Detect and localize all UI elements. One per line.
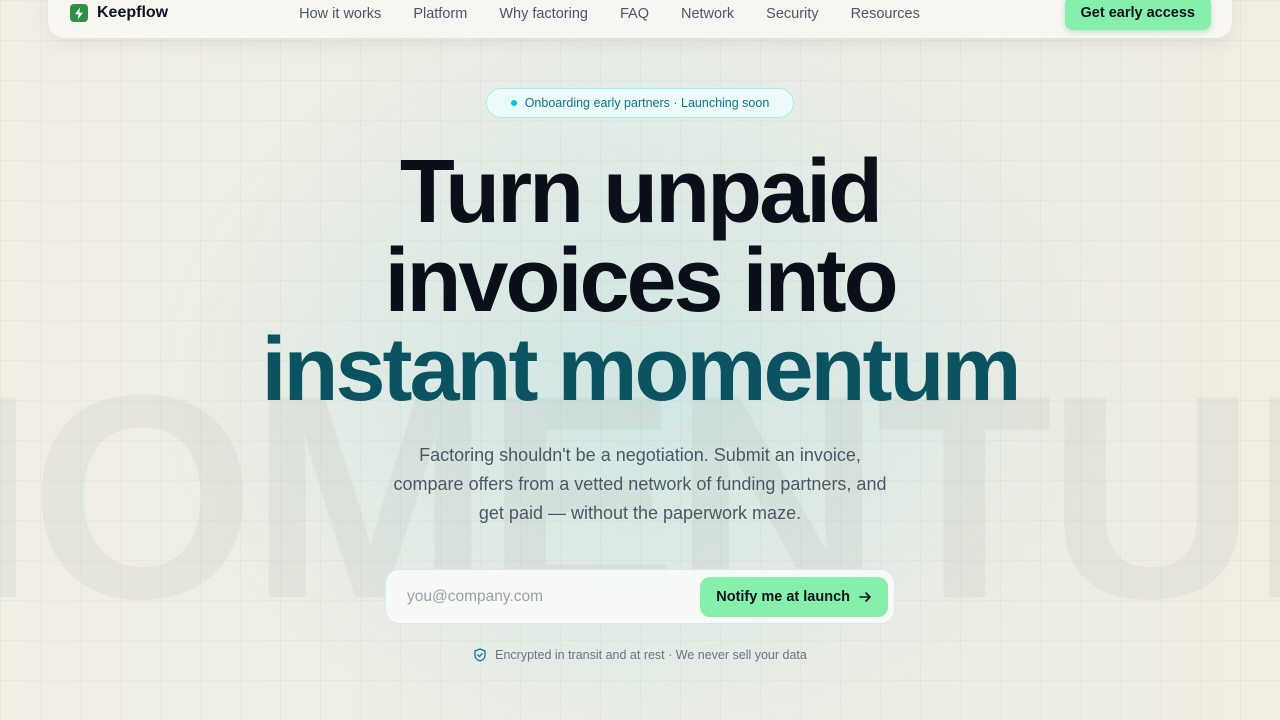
nav-links: How it works Platform Why factoring FAQ … [299, 6, 920, 22]
brand[interactable]: Keepflow [70, 4, 168, 22]
shield-check-icon [474, 648, 486, 662]
notify-button-label: Notify me at launch [716, 588, 850, 605]
hero-subtitle: Factoring shouldn't be a negotiation. Su… [393, 445, 887, 523]
security-note: Encrypted in transit and at rest · We ne… [0, 648, 1280, 662]
hero-headline: Turn unpaid invoices into instant moment… [0, 142, 1280, 420]
headline-line-3: instant momentum [261, 320, 1021, 420]
nav-link-how-it-works[interactable]: How it works [299, 6, 381, 22]
nav-link-resources[interactable]: Resources [851, 6, 920, 22]
email-input[interactable] [407, 587, 701, 606]
notify-me-button[interactable]: Notify me at launch [700, 576, 888, 617]
nav-link-faq[interactable]: FAQ [620, 6, 649, 22]
nav-link-platform[interactable]: Platform [413, 6, 467, 22]
security-note-text: Encrypted in transit and at rest · We ne… [495, 648, 807, 662]
bolt-icon [70, 4, 88, 22]
launch-status-badge: Onboarding early partners · Launching so… [486, 88, 794, 118]
nav-link-why-factoring[interactable]: Why factoring [499, 6, 588, 22]
headline-line-2: invoices into [384, 231, 898, 331]
nav-link-security[interactable]: Security [766, 6, 818, 22]
badge-text: Onboarding early partners · Launching so… [524, 96, 770, 110]
brand-name: Keepflow [97, 4, 169, 21]
top-nav: Keepflow How it works Platform Why facto… [48, 0, 1232, 38]
status-dot [510, 100, 517, 106]
nav-link-network[interactable]: Network [681, 6, 734, 22]
signup-form: Notify me at launch [385, 569, 895, 624]
headline-line-1: Turn unpaid [399, 142, 883, 242]
arrow-right-icon [859, 591, 871, 602]
get-early-access-button[interactable]: Get early access [1064, 0, 1211, 30]
